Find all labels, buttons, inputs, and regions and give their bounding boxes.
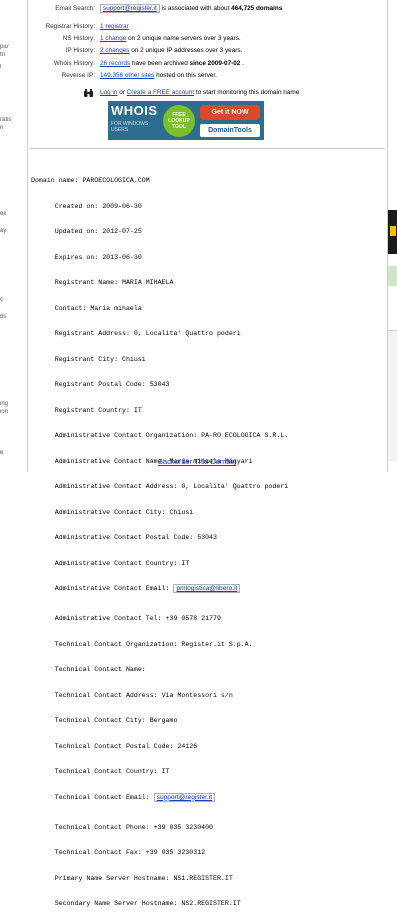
whois-history-link[interactable]: 26 records — [100, 60, 130, 67]
monitor-row: Log in or Create a FREE account to start… — [100, 89, 300, 96]
email-search-link[interactable]: support@register.it — [100, 4, 160, 13]
whois-line: Technical Contact City: Bergamo — [31, 717, 178, 724]
whois-line: Technical Contact Country: IT — [31, 768, 170, 775]
whois-line: Domain name: PAROECOLOGICA.COM — [31, 177, 150, 184]
sidebar-fragment: ing — [0, 401, 9, 407]
label: Email Search: — [55, 5, 95, 12]
whois-line: Technical Contact Name: — [31, 666, 146, 673]
whois-line: Updated on: 2012-07-25 — [31, 228, 142, 235]
sidebar-fragment: e — [0, 450, 4, 456]
whois-line: Registrant Name: MARIA MIHAELA — [31, 279, 174, 286]
panel-fragment — [388, 330, 397, 461]
domain-count: 464,725 domains — [231, 5, 283, 12]
domaintools-logo: DomainTools — [200, 124, 260, 137]
row-email-search: Email Search: support@register.it is ass… — [0, 4, 387, 13]
login-link[interactable]: Log in — [100, 89, 117, 96]
sidebar-fragment: ion — [0, 409, 9, 415]
whois-line: Created on: 2009-06-30 — [31, 202, 142, 210]
left-sidebar-clipped: piu' tn l ratis ri ek ay c ds ing ion e — [0, 0, 28, 472]
sidebar-fragment: ek — [0, 211, 7, 217]
whois-line: Administrative Contact Tel: +39 0578 217… — [31, 615, 221, 622]
whois-line: Registrant Postal Code: 53043 — [31, 381, 170, 388]
ad-fragment — [388, 210, 397, 254]
create-account-link[interactable]: Create a FREE account — [127, 89, 195, 96]
whois-line: Administrative Contact Address: 0, Local… — [31, 483, 289, 490]
whois-windows-ad-banner[interactable]: WHOIS FOR WINDOWS USERS FREE LOOKUP TOOL… — [108, 101, 264, 140]
ns-history-link[interactable]: 1 change — [100, 35, 126, 42]
whois-line: Administrative Contact Organization: PA-… — [31, 432, 289, 439]
row-ns-history: NS History: 1 change on 2 unique name se… — [62, 35, 241, 42]
whois-line: Expires on: 2013-06-30 — [31, 253, 142, 261]
whois-line: Technical Contact Phone: +39 035 3230400 — [31, 823, 214, 831]
row-whois-history: Whois History: 26 records have been arch… — [53, 60, 244, 67]
sidebar-fragment: ay — [0, 228, 7, 234]
row-reverse-ip: Reverse IP: 149,356 other sites hosted o… — [61, 72, 217, 79]
tech-email-link[interactable]: support@register.it — [153, 792, 216, 802]
binoculars-icon — [84, 89, 93, 97]
ip-history-link[interactable]: 2 changes — [100, 47, 130, 54]
ad-burst-badge: FREE LOOKUP TOOL — [163, 105, 195, 137]
ad-title: WHOIS — [111, 103, 158, 118]
whois-line: Technical Contact Address: Via Montessor… — [31, 691, 233, 699]
whois-line-tech-email: Technical Contact Email: support@registe… — [31, 792, 288, 804]
ad-subtitle: FOR WINDOWS USERS — [111, 121, 149, 133]
whois-line: Technical Contact Fax: +39 035 3230312 — [31, 849, 206, 856]
whois-line: Administrative Contact Postal Code: 5304… — [31, 534, 217, 541]
whois-line: Technical Contact Organization: Register… — [31, 640, 253, 648]
reverse-ip-link[interactable]: 149,356 other sites — [100, 72, 154, 79]
divider — [30, 148, 385, 149]
whois-line: Registrant Address: 0, Localita' Quattro… — [31, 330, 241, 337]
whois-line: Technical Contact Postal Code: 24126 — [31, 742, 198, 750]
raw-whois-record: Domain name: PAROECOLOGICA.COM Created o… — [31, 160, 288, 917]
sidebar-fragment: ds — [0, 314, 7, 320]
row-registrar-history: Registrar History: 1 registrar — [45, 23, 129, 30]
admin-email-link[interactable]: pmlogistica@libero.it — [173, 584, 241, 593]
get-it-now-button[interactable]: Get it NOW — [200, 105, 260, 120]
whois-line: Administrative Contact Country: IT — [31, 559, 190, 567]
registrar-history-link[interactable]: 1 registrar — [100, 23, 129, 30]
ad-fragment — [388, 266, 397, 286]
right-sidebar-clipped — [387, 0, 397, 472]
whois-line: Contact: Maria mihaela — [31, 304, 142, 312]
backorder-link[interactable]: Backorder This Domain — [158, 457, 236, 466]
whois-line-admin-email: Administrative Contact Email: pmlogistic… — [31, 584, 288, 595]
sidebar-fragment: ratis — [0, 117, 12, 123]
sidebar-fragment: c — [0, 297, 3, 303]
row-ip-history: IP History: 2 changes on 2 unique IP add… — [65, 47, 243, 54]
whois-line: Administrative Contact City: Chiusi — [31, 508, 194, 516]
whois-line: Registrant Country: IT — [31, 406, 142, 414]
whois-line: Registrant City: Chiusi — [31, 355, 146, 363]
whois-line: Secondary Name Server Hostname: NS2.REGI… — [31, 900, 241, 907]
whois-line: Primary Name Server Hostname: NS1.REGIST… — [31, 874, 233, 882]
sidebar-fragment: ri — [0, 125, 4, 131]
